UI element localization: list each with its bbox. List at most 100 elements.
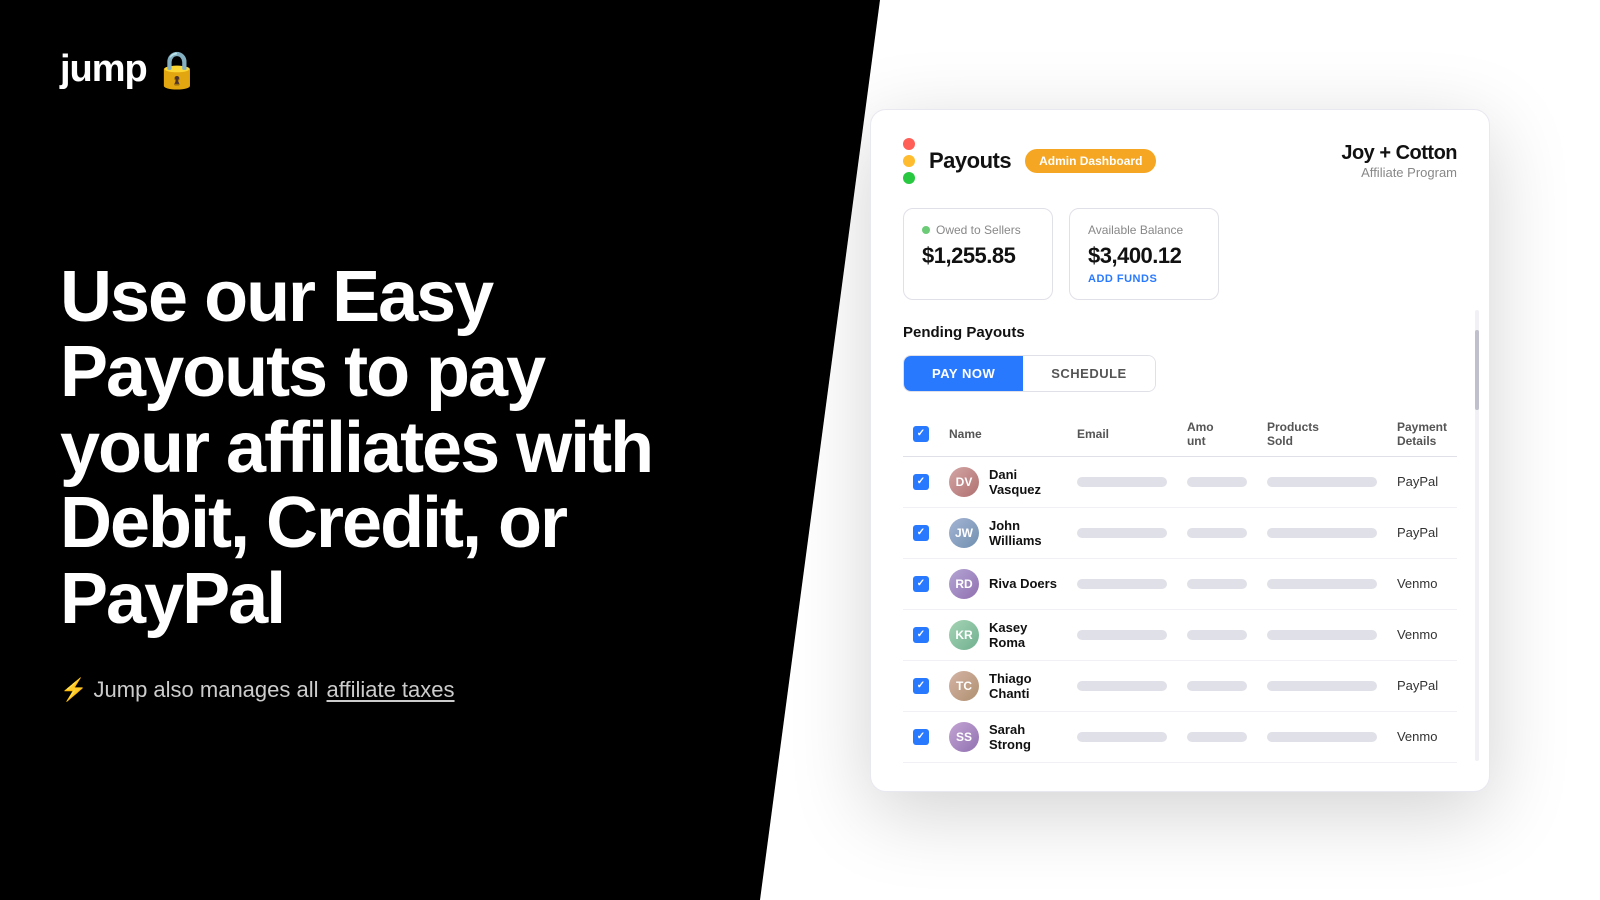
right-panel: Payouts Admin Dashboard Joy + Cotton Aff… — [760, 0, 1600, 900]
tagline-link: affiliate taxes — [327, 677, 455, 703]
payment-method-0: PayPal — [1397, 474, 1438, 489]
table-row: RD Riva Doers Venmo — [903, 558, 1457, 609]
pending-payouts-title: Pending Payouts — [903, 324, 1457, 341]
payment-method-4: PayPal — [1397, 678, 1438, 693]
row-checkbox-1[interactable] — [913, 525, 929, 541]
hero-headline: Use our Easy Payouts to pay your affilia… — [60, 260, 700, 638]
row-email-cell — [1067, 609, 1177, 660]
payment-method-2: Venmo — [1397, 576, 1437, 591]
col-payment-details: PaymentDetails — [1387, 412, 1457, 457]
row-name-cell: RD Riva Doers — [939, 558, 1067, 609]
tab-pay-now[interactable]: PAY NOW — [904, 356, 1023, 391]
avatar-name-5: SS Sarah Strong — [949, 722, 1057, 752]
avatar-3: KR — [949, 620, 979, 650]
row-checkbox-3[interactable] — [913, 627, 929, 643]
email-bar-2 — [1077, 579, 1167, 589]
card-header: Payouts Admin Dashboard Joy + Cotton Aff… — [903, 138, 1457, 184]
dot-red — [903, 138, 915, 150]
avatar-1: JW — [949, 518, 979, 548]
row-payment-cell: Venmo — [1387, 609, 1457, 660]
row-amount-cell — [1177, 507, 1257, 558]
row-checkbox-5[interactable] — [913, 729, 929, 745]
table-row: KR Kasey Roma Venmo — [903, 609, 1457, 660]
row-products-cell — [1257, 609, 1387, 660]
row-name-cell: JW John Williams — [939, 507, 1067, 558]
avatar-2: RD — [949, 569, 979, 599]
row-payment-cell: Venmo — [1387, 711, 1457, 762]
row-payment-cell: PayPal — [1387, 660, 1457, 711]
products-bar-2 — [1267, 579, 1377, 589]
col-checkbox — [903, 412, 939, 457]
row-name-cell: KR Kasey Roma — [939, 609, 1067, 660]
tagline: ⚡ Jump also manages all affiliate taxes — [60, 677, 700, 703]
logo-area: jump 🔒 — [60, 48, 700, 91]
brand-name-main: Joy + Cotton — [1341, 142, 1457, 165]
avatar-name-3: KR Kasey Roma — [949, 620, 1057, 650]
row-products-cell — [1257, 507, 1387, 558]
row-products-cell — [1257, 456, 1387, 507]
amount-bar-2 — [1187, 579, 1247, 589]
row-checkbox-cell — [903, 558, 939, 609]
avatar-name-2: RD Riva Doers — [949, 569, 1057, 599]
row-products-cell — [1257, 558, 1387, 609]
table-row: TC Thiago Chanti PayPal — [903, 660, 1457, 711]
email-bar-4 — [1077, 681, 1167, 691]
email-bar-3 — [1077, 630, 1167, 640]
avatar-name-4: TC Thiago Chanti — [949, 671, 1057, 701]
tab-schedule[interactable]: SCHEDULE — [1023, 356, 1155, 391]
name-text-5: Sarah Strong — [989, 722, 1057, 752]
row-checkbox-0[interactable] — [913, 474, 929, 490]
row-name-cell: DV Dani Vasquez — [939, 456, 1067, 507]
traffic-lights — [903, 138, 915, 184]
payment-method-1: PayPal — [1397, 525, 1438, 540]
col-amount: Amount — [1177, 412, 1257, 457]
amount-bar-5 — [1187, 732, 1247, 742]
email-bar-1 — [1077, 528, 1167, 538]
row-amount-cell — [1177, 456, 1257, 507]
dot-green — [903, 172, 915, 184]
row-checkbox-4[interactable] — [913, 678, 929, 694]
name-text-4: Thiago Chanti — [989, 671, 1057, 701]
balance-stat-card: Available Balance $3,400.12 ADD FUNDS — [1069, 208, 1219, 300]
stats-row: Owed to Sellers $1,255.85 Available Bala… — [903, 208, 1457, 300]
row-amount-cell — [1177, 711, 1257, 762]
add-funds-link[interactable]: ADD FUNDS — [1088, 273, 1200, 285]
avatar-name-1: JW John Williams — [949, 518, 1057, 548]
row-payment-cell: Venmo — [1387, 558, 1457, 609]
card-header-left: Payouts Admin Dashboard — [903, 138, 1156, 184]
amount-bar-4 — [1187, 681, 1247, 691]
row-email-cell — [1067, 456, 1177, 507]
products-bar-0 — [1267, 477, 1377, 487]
row-products-cell — [1257, 711, 1387, 762]
avatar-name-0: DV Dani Vasquez — [949, 467, 1057, 497]
row-checkbox-cell — [903, 711, 939, 762]
stat-dot-green — [922, 226, 930, 234]
products-bar-3 — [1267, 630, 1377, 640]
dashboard-card: Payouts Admin Dashboard Joy + Cotton Aff… — [870, 109, 1490, 792]
col-name: Name — [939, 412, 1067, 457]
amount-bar-0 — [1187, 477, 1247, 487]
row-products-cell — [1257, 660, 1387, 711]
row-checkbox-2[interactable] — [913, 576, 929, 592]
select-all-checkbox[interactable] — [913, 426, 929, 442]
col-products-sold: ProductsSold — [1257, 412, 1387, 457]
row-payment-cell: PayPal — [1387, 507, 1457, 558]
table-row: DV Dani Vasquez PayPal — [903, 456, 1457, 507]
email-bar-0 — [1077, 477, 1167, 487]
scrollbar[interactable] — [1475, 310, 1479, 761]
products-bar-1 — [1267, 528, 1377, 538]
avatar-4: TC — [949, 671, 979, 701]
admin-badge[interactable]: Admin Dashboard — [1025, 149, 1156, 173]
name-text-1: John Williams — [989, 518, 1057, 548]
owed-value: $1,255.85 — [922, 243, 1034, 269]
row-checkbox-cell — [903, 609, 939, 660]
row-checkbox-cell — [903, 456, 939, 507]
row-name-cell: TC Thiago Chanti — [939, 660, 1067, 711]
scrollbar-thumb — [1475, 330, 1479, 410]
row-email-cell — [1067, 711, 1177, 762]
payout-table: Name Email Amount ProductsSold PaymentDe… — [903, 412, 1457, 763]
row-email-cell — [1067, 507, 1177, 558]
row-email-cell — [1067, 558, 1177, 609]
payment-method-5: Venmo — [1397, 729, 1437, 744]
logo-text: jump — [60, 48, 147, 91]
